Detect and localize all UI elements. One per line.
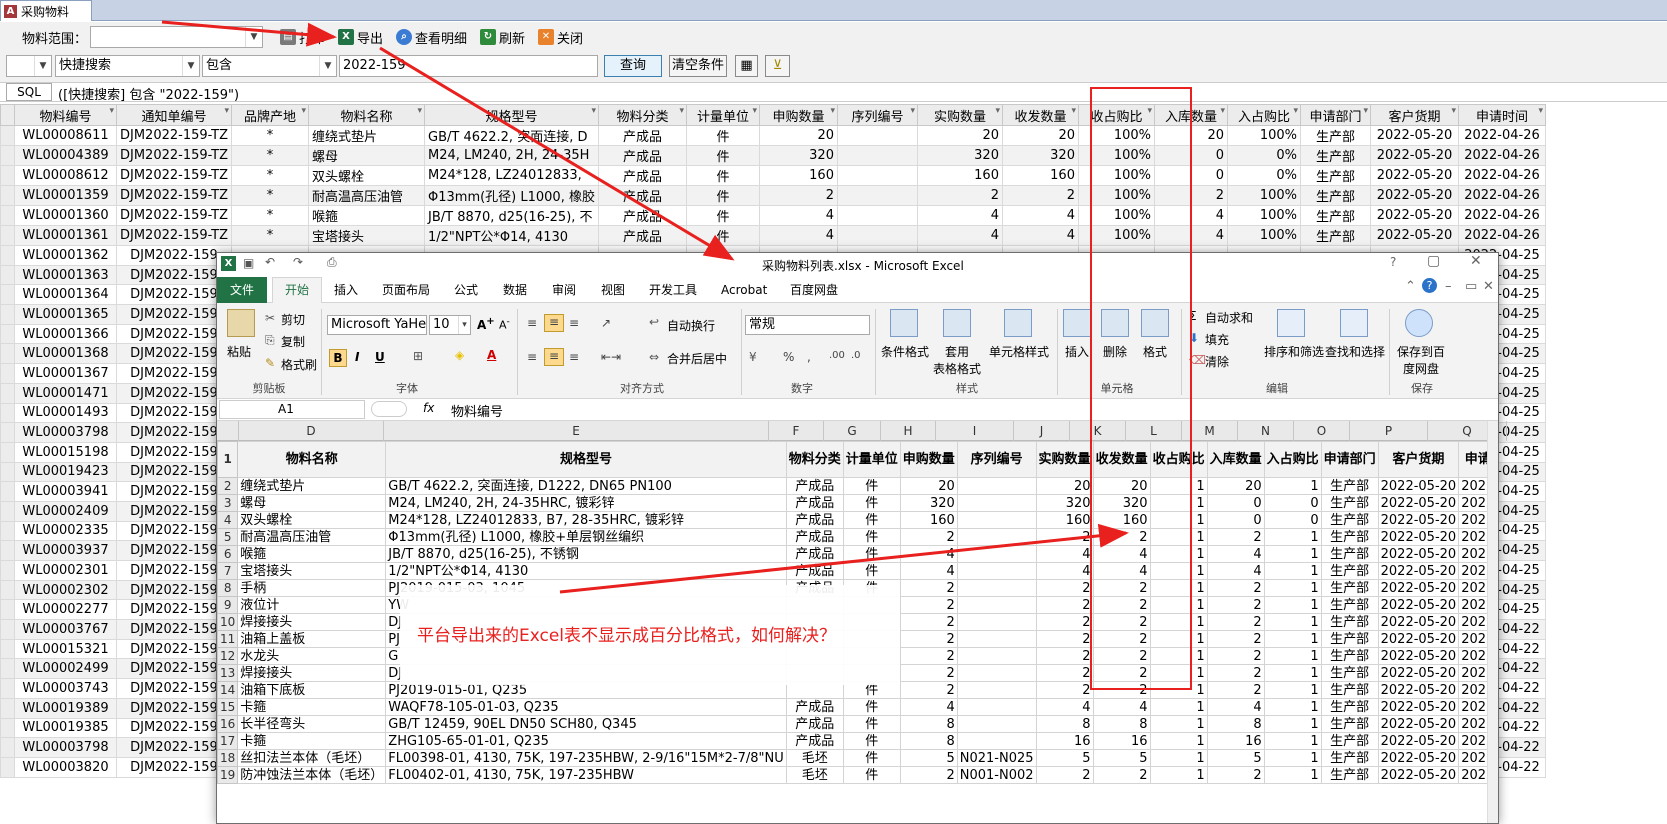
arrow-to-ratio — [559, 523, 1129, 594]
arrow-to-excel — [379, 46, 735, 261]
arrow-to-export — [161, 20, 337, 47]
arrow-overlay — [161, 20, 1129, 594]
